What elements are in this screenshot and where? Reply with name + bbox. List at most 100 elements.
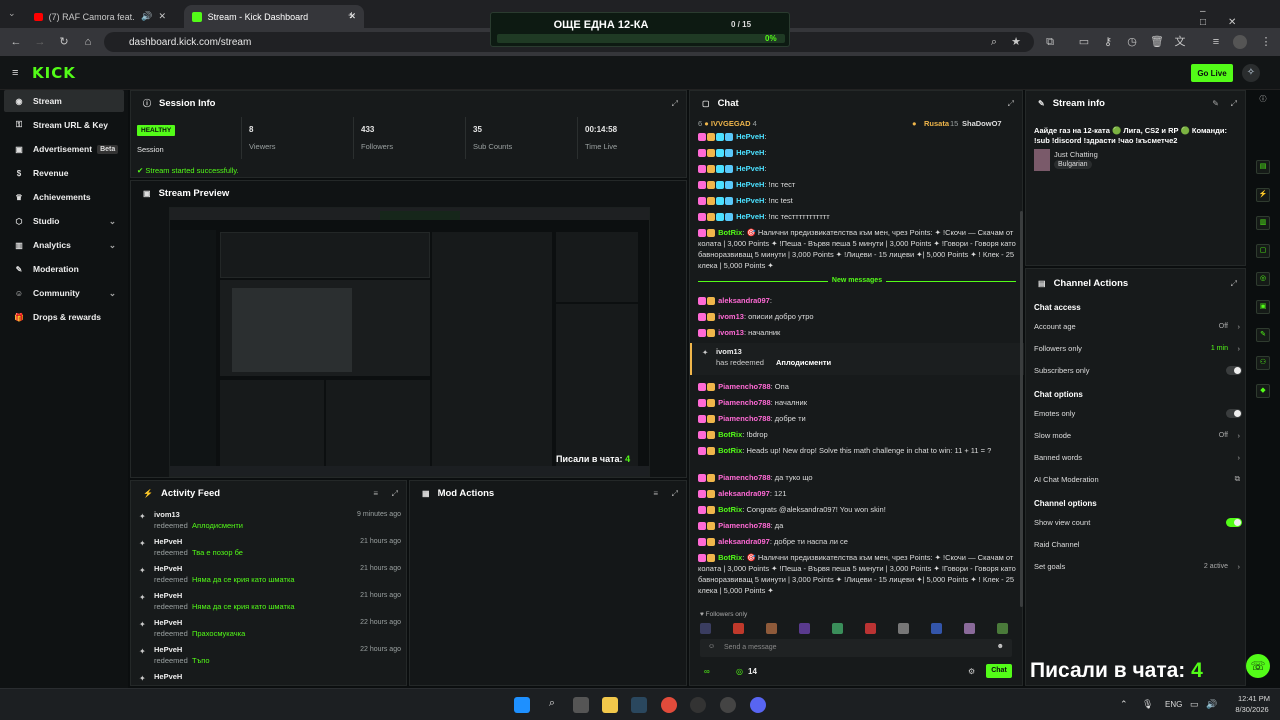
setting-set-goals[interactable]: Set goals 2 active › (1034, 558, 1242, 574)
chat-message[interactable]: aleksandra097: добре ти наспа ли се (698, 536, 1016, 547)
toggle-switch[interactable] (1226, 366, 1242, 375)
emote-icon[interactable] (865, 623, 876, 634)
chrome-icon[interactable] (661, 697, 677, 713)
expand-icon[interactable]: ⤢ (1231, 279, 1237, 289)
emote-icon[interactable] (997, 623, 1008, 634)
clock-date[interactable]: 8/30/2026 (1228, 705, 1276, 714)
bookmark-star-icon[interactable]: ★ (1010, 36, 1022, 48)
chat-message[interactable]: BotRix: 🎯 Налични предизвикателства към … (698, 552, 1016, 596)
users-icon[interactable]: ⚇ (1256, 356, 1270, 370)
card-icon[interactable]: ▭ (1078, 36, 1090, 48)
expand-icon[interactable]: ⤢ (1231, 99, 1237, 109)
chat-message[interactable]: BotRix: 🎯 Налични предизвикателства към … (698, 227, 1016, 281)
chat-username[interactable]: BotRix (718, 505, 742, 514)
chat-username[interactable]: ivom13 (718, 328, 744, 337)
media-icon[interactable]: ≡ (1210, 36, 1222, 48)
chat-username[interactable]: HePveH (736, 132, 764, 141)
chat-username[interactable]: HePveH (736, 164, 764, 173)
language-indicator[interactable]: ENG (1165, 700, 1182, 709)
chat-settings-icon[interactable]: ⚙ (968, 667, 975, 676)
sidebar-item-studio[interactable]: ⬡ Studio ⌄ (4, 210, 124, 232)
user-avatar[interactable]: ✧ (1242, 64, 1260, 82)
wrench-icon[interactable]: ✎ (1256, 328, 1270, 342)
setting-slow-mode[interactable]: Slow mode Off › (1034, 427, 1242, 443)
chat-username[interactable]: Piamencho788 (718, 521, 771, 530)
chat-username[interactable]: BotRix (718, 553, 742, 562)
send-chat-button[interactable]: Chat (986, 664, 1012, 678)
chat-username[interactable]: BotRix (718, 228, 742, 237)
setting-banned-words[interactable]: Banned words › (1034, 449, 1242, 465)
stats-icon[interactable]: ▤ (1256, 160, 1270, 174)
home-icon[interactable]: ⌂ (82, 36, 94, 48)
history-icon[interactable]: ◷ (1126, 36, 1138, 48)
chat-username[interactable]: aleksandra097 (718, 489, 770, 498)
menu-icon[interactable]: ⋮ (1260, 36, 1272, 48)
save-icon[interactable]: ▣ (1256, 300, 1270, 314)
close-icon[interactable]: ✕ (158, 11, 166, 22)
chat-username[interactable]: HePveH (736, 212, 764, 221)
task-view-icon[interactable] (573, 697, 589, 713)
setting-subscribers-only[interactable]: Subscribers only (1034, 362, 1242, 378)
expand-icon[interactable]: ⤢ (672, 99, 678, 109)
edit-icon[interactable]: ✎ (1212, 99, 1219, 108)
emote-picker-icon[interactable]: ☺ (708, 643, 715, 650)
chat-input[interactable]: ☺ Send a message ☻ (700, 639, 1012, 657)
target-icon[interactable]: ◎ (1256, 272, 1270, 286)
expand-icon[interactable]: ⤢ (392, 489, 398, 499)
setting-account-age[interactable]: Account age Off › (1034, 318, 1242, 334)
key-icon[interactable]: ⚷ (1102, 36, 1114, 48)
expand-icon[interactable]: ⤢ (1008, 99, 1014, 109)
discord-icon[interactable] (750, 697, 766, 713)
emote-icon[interactable] (733, 623, 744, 634)
info-icon[interactable]: ⓘ (1256, 94, 1270, 108)
trash-icon[interactable]: 🗑 (1150, 36, 1164, 48)
chat-username[interactable]: aleksandra097 (718, 296, 770, 305)
sidebar-item-analytics[interactable]: ▥ Analytics ⌄ (4, 234, 124, 256)
chevron-up-icon[interactable]: ⌃ (1120, 699, 1128, 710)
sidebar-item-drops-rewards[interactable]: 🎁 Drops & rewards (4, 306, 124, 328)
chat-username[interactable]: Piamencho788 (718, 473, 771, 482)
toggle-switch[interactable] (1226, 518, 1242, 527)
chat-message[interactable]: ivom13: описии добро утро (698, 311, 1016, 322)
emoji-icon[interactable]: ☻ (997, 643, 1004, 650)
setting-emotes-only[interactable]: Emotes only (1034, 405, 1242, 421)
chat-message[interactable]: BotRix: !bdrop (698, 429, 1016, 440)
emote-icon[interactable] (766, 623, 777, 634)
chat-message[interactable]: Piamencho788: Опа (698, 381, 1016, 392)
tab-kick-dashboard[interactable]: Stream - Kick Dashboard ✕ (184, 5, 364, 28)
windows-start-icon[interactable] (514, 697, 530, 713)
chat-message[interactable]: ivom13: началник (698, 327, 1016, 338)
window-controls[interactable]: –□✕ (1200, 6, 1280, 28)
search-icon[interactable]: ⌕ (544, 697, 560, 713)
gift-icon[interactable]: ◆ (1256, 384, 1270, 398)
chat-message[interactable]: Piamencho788: да туко що (698, 472, 1016, 483)
chat-username[interactable]: Piamencho788 (718, 398, 771, 407)
sidebar-item-community[interactable]: ☺ Community ⌄ (4, 282, 124, 304)
chat-message[interactable]: HePveH: !пс test (698, 195, 1016, 206)
chat-username[interactable]: BotRix (718, 430, 742, 439)
kick-logo[interactable]: KICK (32, 64, 76, 82)
chat-username[interactable]: Piamencho788 (718, 414, 771, 423)
emote-icon[interactable] (898, 623, 909, 634)
emote-icon[interactable] (964, 623, 975, 634)
app-icon[interactable] (720, 697, 736, 713)
emote-icon[interactable] (799, 623, 810, 634)
chat-message[interactable]: Piamencho788: да (698, 520, 1016, 531)
profile-avatar[interactable] (1233, 35, 1247, 49)
chat-message[interactable]: HePveH: !пс тест (698, 179, 1016, 190)
setting-ai-chat-moderation[interactable]: AI Chat Moderation ⧉ (1034, 471, 1242, 487)
hamburger-icon[interactable]: ≡ (12, 67, 18, 79)
doc-icon[interactable]: ▥ (1256, 216, 1270, 230)
zoom-icon[interactable]: ⌕ (988, 36, 1000, 48)
bolt-icon[interactable]: ⚡ (1256, 188, 1270, 202)
file-explorer-icon[interactable] (602, 697, 618, 713)
toggle-switch[interactable] (1226, 409, 1242, 418)
volume-icon[interactable]: 🔊 (1206, 699, 1217, 710)
chat-scrollbar[interactable] (1020, 211, 1023, 607)
chat-message[interactable]: aleksandra097: (698, 295, 1016, 306)
chat-username[interactable]: ivom13 (718, 312, 744, 321)
chat-username[interactable]: HePveH (736, 148, 764, 157)
sidebar-item-advertisement[interactable]: ▣ Advertisement Beta (4, 138, 124, 160)
setting-followers-only[interactable]: Followers only 1 min › (1034, 340, 1242, 356)
chat-message[interactable]: aleksandra097: 121 (698, 488, 1016, 499)
